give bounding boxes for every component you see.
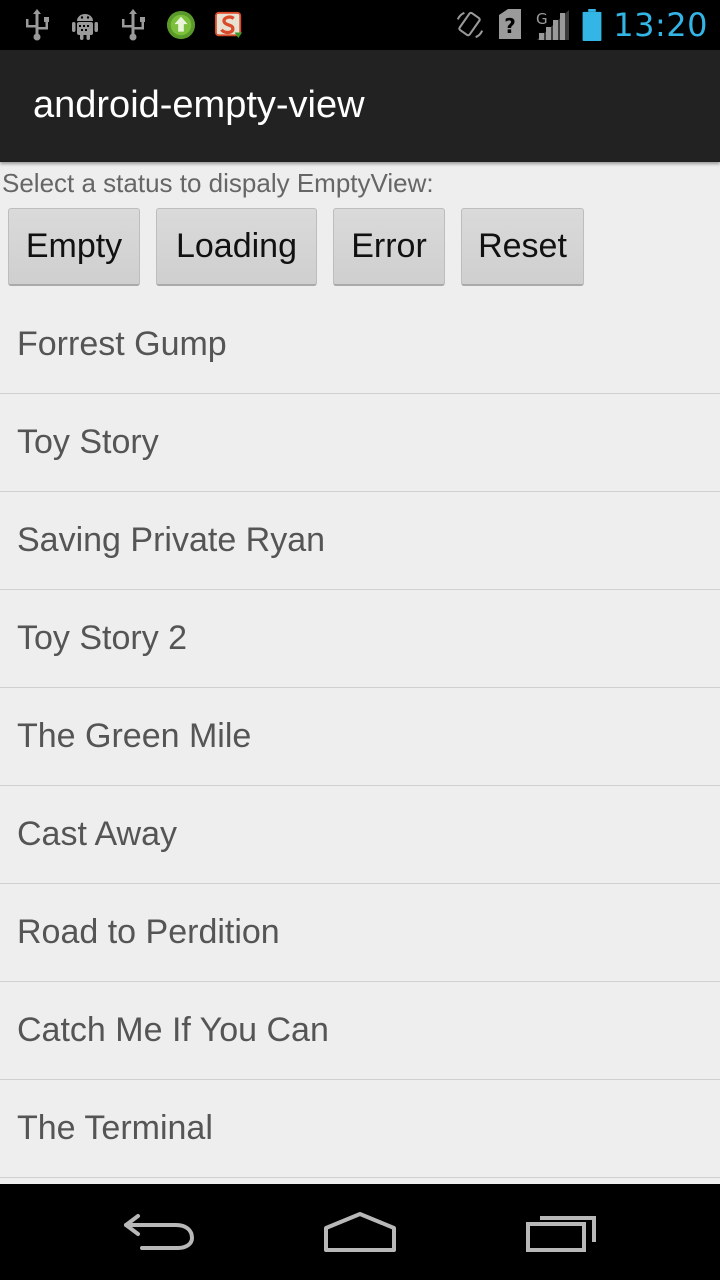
no-sim-icon: ?	[495, 9, 525, 41]
android-debug-icon	[70, 9, 100, 41]
list-item[interactable]: Cast Away	[0, 786, 720, 884]
list-item[interactable]: Catch Me If You Can	[0, 982, 720, 1080]
navigation-bar	[0, 1184, 720, 1280]
signal-icon: G	[535, 9, 571, 41]
status-button-row: Empty Loading Error Reset	[8, 208, 584, 286]
list-item[interactable]: Forrest Gump	[0, 296, 720, 394]
action-bar: android-empty-view	[0, 50, 720, 162]
status-prompt: Select a status to dispaly EmptyView:	[2, 168, 434, 198]
status-bar: ? G 13:20	[0, 0, 720, 50]
network-type-label: G	[536, 10, 548, 28]
system-status-icons: ? G 13:20	[455, 6, 708, 44]
list-item[interactable]: Saving Private Ryan	[0, 492, 720, 590]
list-item[interactable]: Toy Story	[0, 394, 720, 492]
notification-icons	[22, 8, 244, 42]
usb-icon	[22, 9, 52, 41]
app-title: android-empty-view	[33, 84, 365, 126]
list-item[interactable]: The Green Mile	[0, 688, 720, 786]
back-icon[interactable]	[120, 1210, 200, 1254]
usb-icon	[118, 9, 148, 41]
loading-button[interactable]: Loading	[156, 208, 317, 286]
svg-text:?: ?	[504, 14, 516, 38]
movie-list[interactable]: Forrest Gump Toy Story Saving Private Ry…	[0, 296, 720, 1178]
home-icon[interactable]	[320, 1210, 400, 1254]
list-item[interactable]: Road to Perdition	[0, 884, 720, 982]
upload-icon	[166, 9, 196, 41]
battery-icon	[581, 9, 603, 42]
list-item[interactable]: Toy Story 2	[0, 590, 720, 688]
recent-apps-icon[interactable]	[522, 1210, 602, 1254]
list-item[interactable]: The Terminal	[0, 1080, 720, 1178]
empty-button[interactable]: Empty	[8, 208, 140, 286]
s-app-icon	[214, 9, 244, 41]
main-content: Select a status to dispaly EmptyView: Em…	[0, 162, 720, 1184]
rotate-icon	[455, 9, 485, 41]
clock: 13:20	[613, 6, 708, 44]
error-button[interactable]: Error	[333, 208, 445, 286]
reset-button[interactable]: Reset	[461, 208, 584, 286]
